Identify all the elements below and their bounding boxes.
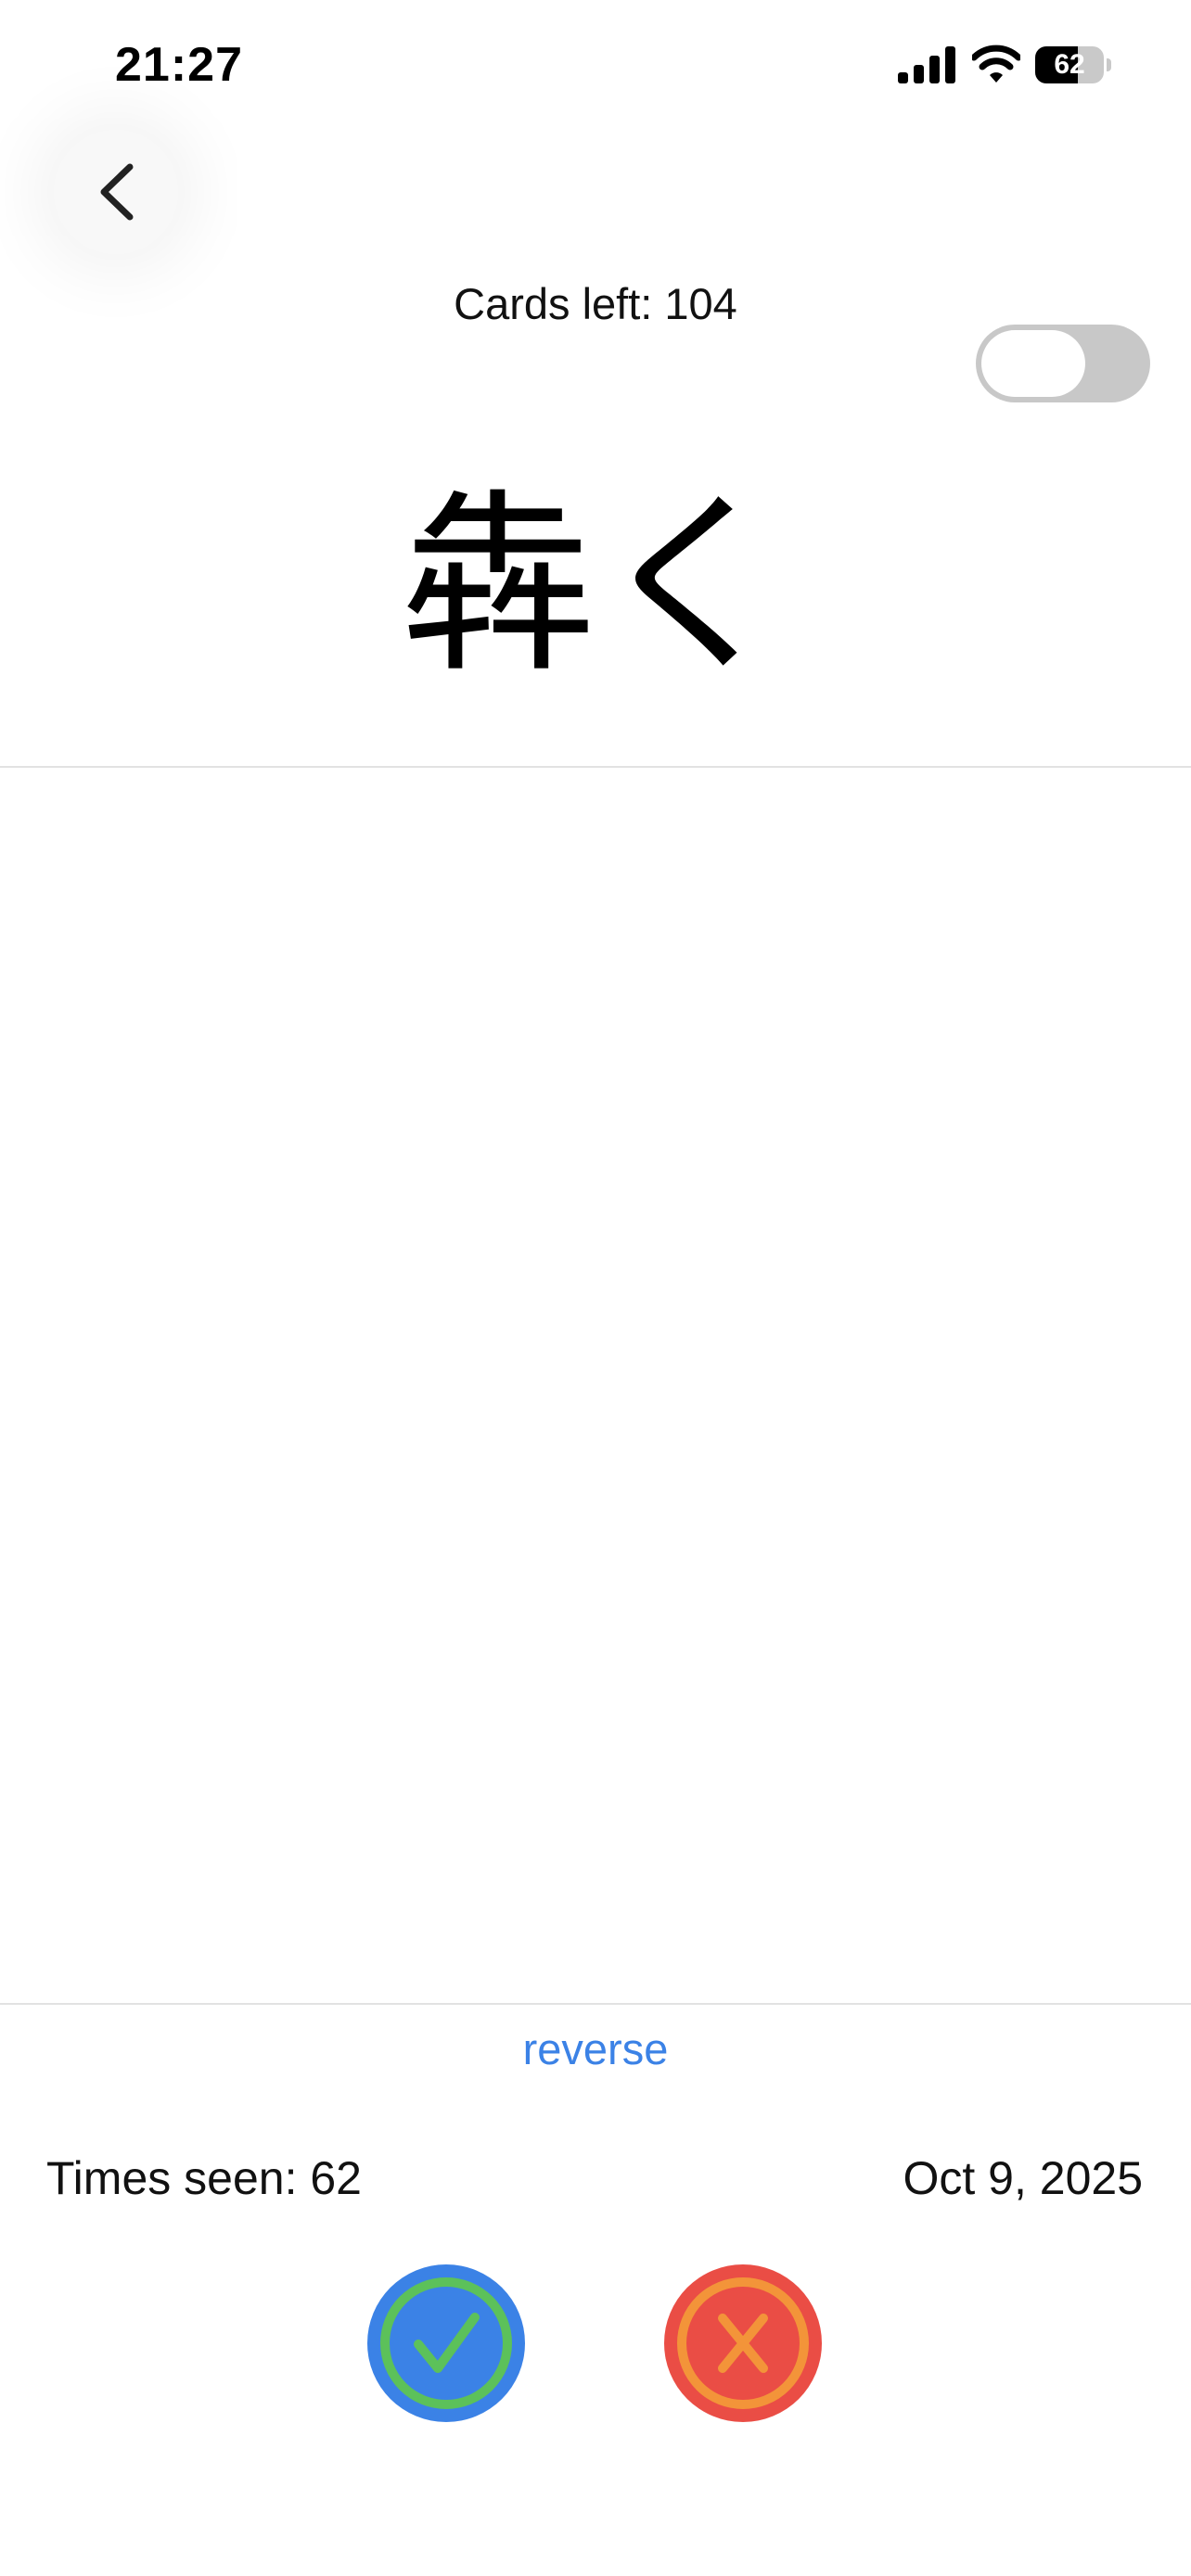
signal-icon [898, 46, 955, 83]
status-bar: 21:27 62 [0, 0, 1191, 130]
card-answer-area[interactable] [0, 768, 1191, 2003]
divider-bottom [0, 2003, 1191, 2005]
x-icon [677, 2277, 809, 2409]
correct-button[interactable] [367, 2264, 525, 2422]
check-icon [380, 2277, 512, 2409]
status-time: 21:27 [115, 38, 243, 92]
toggle-knob [981, 330, 1085, 397]
battery-level: 62 [1054, 49, 1085, 80]
back-button[interactable] [54, 130, 178, 254]
times-seen: Times seen: 62 [46, 2152, 362, 2204]
mode-toggle[interactable] [976, 325, 1150, 402]
cards-left-counter: Cards left: 104 [454, 279, 737, 328]
wifi-icon [972, 45, 1020, 83]
wrong-button[interactable] [664, 2264, 822, 2422]
chevron-left-icon [100, 163, 134, 221]
battery-icon: 62 [1035, 46, 1113, 83]
reverse-link[interactable]: reverse [0, 2023, 1191, 2074]
review-date: Oct 9, 2025 [903, 2152, 1144, 2204]
card-term: 犇く [400, 472, 790, 699]
